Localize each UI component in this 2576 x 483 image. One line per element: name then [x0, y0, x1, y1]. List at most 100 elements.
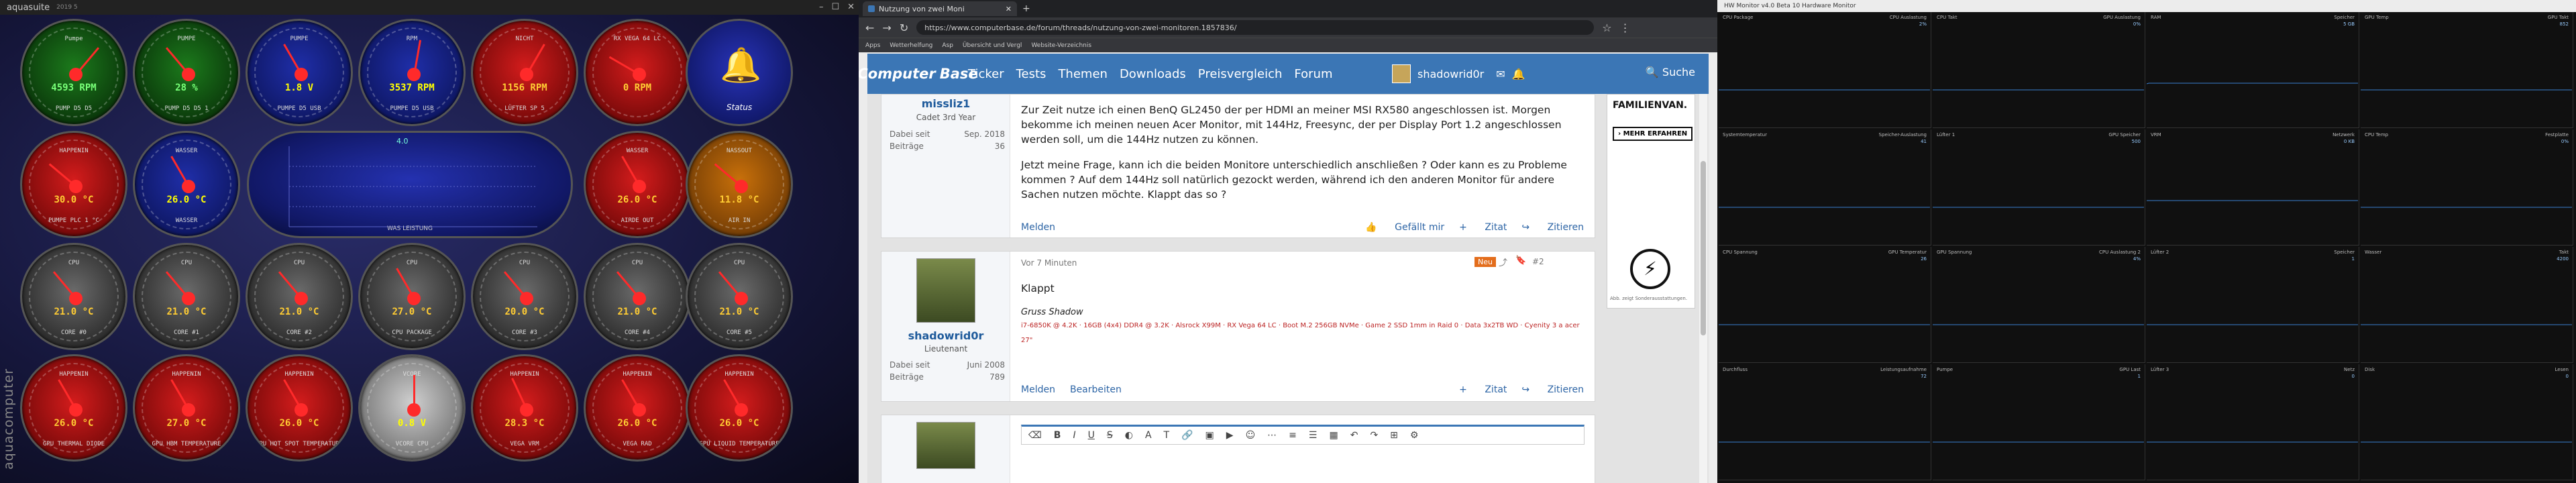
report-link[interactable]: Melden	[1021, 384, 1055, 395]
status-widget[interactable]: 🔔 Status	[686, 19, 793, 126]
bold-icon[interactable]: B	[1054, 430, 1061, 441]
mail-icon[interactable]: ✉	[1496, 68, 1505, 80]
more-icon[interactable]: ⋯	[1267, 430, 1277, 441]
close-icon[interactable]: ✕	[847, 2, 855, 12]
gauge[interactable]: NASSOUT 11.8 °C AIR IN	[686, 131, 793, 238]
settings-icon[interactable]: ⚙	[1410, 430, 1419, 441]
nav-item-downloads[interactable]: Downloads	[1120, 67, 1186, 81]
reload-icon[interactable]: ↻	[900, 21, 908, 34]
monitor-tile[interactable]: CPU Package CPU Auslastung 2%	[1719, 12, 1931, 128]
cite-link[interactable]: ↪ Zitieren	[1521, 222, 1584, 233]
gauge[interactable]: NICHT 1156 RPM LÜFTER SP 5	[471, 19, 578, 126]
tab-active[interactable]: Nutzung von zwei Moni ✕	[863, 1, 1017, 16]
scrollbar-thumb[interactable]	[1701, 161, 1706, 335]
gauge[interactable]: CPU 20.0 °C CORE #3	[471, 243, 578, 350]
nav-item-themen[interactable]: Themen	[1058, 67, 1108, 81]
monitor-tile[interactable]: Wasser Takt 4200	[2361, 247, 2573, 363]
image-icon[interactable]: ▣	[1205, 430, 1214, 441]
nav-item-preisvergleich[interactable]: Preisvergleich	[1198, 67, 1283, 81]
monitor-tile[interactable]: CPU Takt GPU Auslastung 0%	[1933, 12, 2145, 128]
emoji-icon[interactable]: ☺	[1246, 430, 1256, 441]
size-icon[interactable]: T	[1164, 430, 1170, 441]
gauge[interactable]: CPU 21.0 °C CORE #5	[686, 243, 793, 350]
cite-link[interactable]: ↪ Zitieren	[1521, 384, 1584, 395]
undo-icon[interactable]: ↶	[1350, 430, 1358, 441]
list-icon[interactable]: ☰	[1309, 430, 1318, 441]
link-icon[interactable]: 🔗	[1181, 430, 1193, 441]
table-icon[interactable]: ▦	[1329, 430, 1338, 441]
gauge[interactable]: HAPPENIN 28.3 °C VEGA VRM	[471, 354, 578, 462]
monitor-tile[interactable]: GPU Temp GPU Takt 852	[2361, 12, 2573, 128]
gauge[interactable]: HAPPENIN 26.0 °C GPU LIQUID TEMPERATURE	[686, 354, 793, 462]
advertisement[interactable]: FAMILIENVAN. › MEHR ERFAHREN ⚡ Abb. zeig…	[1607, 94, 1695, 309]
post-number[interactable]: #2	[1532, 257, 1544, 266]
monitor-tile[interactable]: RAM Speicher 5 GB	[2147, 12, 2359, 128]
ad-button[interactable]: › MEHR ERFAHREN	[1613, 127, 1693, 141]
report-link[interactable]: Melden	[1021, 222, 1055, 233]
back-icon[interactable]: ←	[865, 21, 874, 34]
quote-link[interactable]: + Zitat	[1459, 222, 1507, 233]
bell-icon[interactable]: 🔔	[1512, 68, 1525, 80]
tab-close-icon[interactable]: ✕	[1006, 5, 1012, 13]
gauge[interactable]: PUMPE 1.8 V PUMPE D5 USB	[246, 19, 353, 126]
avatar[interactable]	[916, 258, 975, 323]
monitor-tile[interactable]: GPU Spannung CPU Auslastung 2 4%	[1933, 247, 2145, 363]
monitor-tile[interactable]: Lüfter 3 Netz 0	[2147, 364, 2359, 480]
gauge[interactable]: CPU 21.0 °C CORE #2	[246, 243, 353, 350]
gauge[interactable]: RPM 3537 RPM PUMPE D5 USB	[358, 19, 466, 126]
gauge[interactable]: WASSER 26.0 °C AIRDE OUT	[584, 131, 691, 238]
strike-icon[interactable]: S	[1107, 430, 1113, 441]
monitor-tile[interactable]: Systemtemperatur Speicher-Auslastung 41	[1719, 129, 1931, 246]
gauge[interactable]: HAPPENIN 27.0 °C GPU HBM TEMPERATURE	[133, 354, 240, 462]
nav-item-forum[interactable]: Forum	[1294, 67, 1332, 81]
user-menu[interactable]: shadowrid0r ✉ 🔔	[1392, 54, 1525, 94]
media-icon[interactable]: ▶	[1226, 430, 1234, 441]
minimize-icon[interactable]: –	[819, 2, 824, 12]
italic-icon[interactable]: I	[1073, 430, 1075, 441]
edit-link[interactable]: Bearbeiten	[1070, 384, 1122, 395]
bookmark-item[interactable]: Asp	[942, 42, 953, 49]
monitor-tile[interactable]: Lüfter 1 GPU Speicher 500	[1933, 129, 2145, 246]
color-icon[interactable]: ◐	[1125, 430, 1133, 441]
star-icon[interactable]: ☆	[1602, 21, 1611, 34]
bookmark-item[interactable]: Website-Verzeichnis	[1031, 42, 1091, 49]
bookmark-icon[interactable]: 🔖	[1515, 256, 1526, 266]
nav-item-ticker[interactable]: Ticker	[968, 67, 1004, 81]
gauge[interactable]: HAPPENIN 26.0 °C GPU HOT SPOT TEMPERATURE	[246, 354, 353, 462]
gauge[interactable]: HAPPENIN 30.0 °C PUMPE PLC 1 °C	[20, 131, 127, 238]
maximize-icon[interactable]: ☐	[831, 2, 839, 12]
underline-icon[interactable]: U	[1088, 430, 1095, 441]
redo-icon[interactable]: ↷	[1370, 430, 1378, 441]
monitor-tile[interactable]: Pumpe GPU Last 1	[1933, 364, 2145, 480]
bookmark-item[interactable]: Apps	[865, 42, 880, 49]
monitor-tile[interactable]: VRM Netzwerk 0 KB	[2147, 129, 2359, 246]
forward-icon[interactable]: →	[882, 21, 891, 34]
post-username[interactable]: missliz1	[881, 97, 1010, 110]
scrollbar[interactable]	[1699, 94, 1707, 483]
menu-icon[interactable]: ⋮	[1620, 21, 1631, 34]
insert-icon[interactable]: ⊞	[1390, 430, 1398, 441]
monitor-tile[interactable]: Disk Lesen 0	[2361, 364, 2573, 480]
quote-link[interactable]: + Zitat	[1459, 384, 1507, 395]
eraser-icon[interactable]: ⌫	[1028, 430, 1042, 441]
nav-item-tests[interactable]: Tests	[1016, 67, 1046, 81]
gauge[interactable]: HAPPENIN 26.0 °C VEGA RAD	[584, 354, 691, 462]
gauge[interactable]: HAPPENIN 26.0 °C GPU THERMAL DIODE	[20, 354, 127, 462]
bookmark-item[interactable]: Wetterhelfung	[890, 42, 932, 49]
share-icon[interactable]: ⤴	[1499, 256, 1507, 268]
gauge[interactable]: CPU 21.0 °C CORE #4	[584, 243, 691, 350]
like-link[interactable]: 👍 Gefällt mir	[1365, 222, 1444, 233]
site-logo[interactable]: Computer Base	[859, 54, 978, 94]
gauge[interactable]: WASSER 26.0 °C WASSER	[133, 131, 240, 238]
gauge[interactable]: VCORE 0.8 V VCORE CPU	[358, 354, 466, 462]
post-username[interactable]: shadowrid0r	[881, 329, 1010, 342]
monitor-tile[interactable]: Lüfter 2 Speicher 1	[2147, 247, 2359, 363]
bookmark-item[interactable]: Übersicht und Vergl	[963, 42, 1022, 49]
gauge[interactable]: CPU 27.0 °C CPU PACKAGE	[358, 243, 466, 350]
gauge[interactable]: RX VEGA 64 LC 0 RPM	[584, 19, 691, 126]
gauge[interactable]: CPU 21.0 °C CORE #1	[133, 243, 240, 350]
new-tab-icon[interactable]: +	[1022, 3, 1030, 14]
align-icon[interactable]: ≡	[1289, 430, 1297, 441]
address-bar[interactable]: https://www.computerbase.de/forum/thread…	[916, 20, 1595, 35]
gauge[interactable]: Pumpe 4593 RPM PUMP D5 D5	[20, 19, 127, 126]
